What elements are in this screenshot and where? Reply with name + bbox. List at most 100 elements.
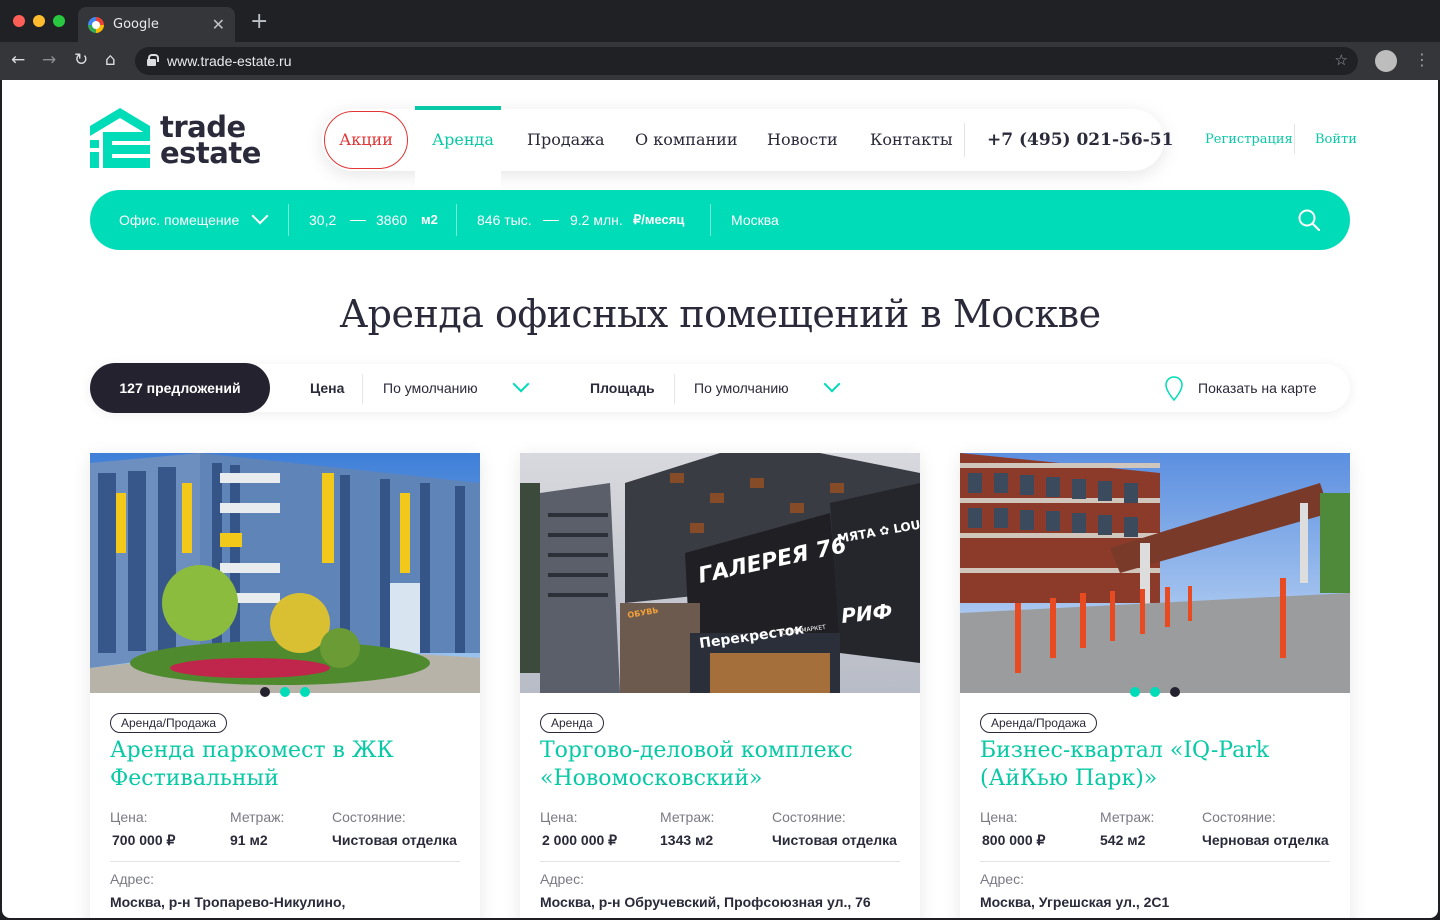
nav-item-news[interactable]: Новости	[767, 109, 838, 171]
login-link[interactable]: Войти	[1315, 132, 1357, 147]
close-window-button[interactable]	[13, 15, 25, 27]
area-value: 1343 м2	[660, 832, 714, 848]
browser-chrome: Google ✕ + ← → ↻ ⌂ www.trade-estate.ru ☆…	[0, 0, 1440, 80]
listing-title[interactable]: Аренда паркомест в ЖК Фестивальный	[110, 737, 394, 793]
search-separator	[456, 204, 457, 236]
area-label: Метраж:	[1100, 809, 1155, 825]
listing-card[interactable]: ГАЛЕРЕЯ 76 Перекресток СУПЕРМАРКЕТ МЯТА …	[520, 453, 920, 918]
filter-separator	[362, 374, 363, 404]
area-to-input[interactable]: 3860	[376, 212, 407, 228]
nav-divider	[964, 123, 965, 157]
google-favicon-icon	[88, 17, 104, 33]
carousel-dot[interactable]	[300, 687, 310, 697]
nav-promo-button[interactable]: Акции	[324, 111, 408, 169]
card-divider	[980, 861, 1330, 862]
chevron-down-icon[interactable]	[823, 375, 841, 393]
area-sort-select[interactable]: По умолчанию	[694, 380, 789, 396]
listing-title[interactable]: Бизнес-квартал «IQ-Park (АйКью Парк)»	[980, 737, 1269, 793]
url-text: www.trade-estate.ru	[167, 53, 292, 69]
listing-title-line: Фестивальный	[110, 766, 279, 791]
condition-value: Чистовая отделка	[332, 832, 457, 848]
deal-type-badge: Аренда	[540, 713, 604, 733]
home-icon[interactable]: ⌂	[105, 50, 116, 70]
address-label: Адрес:	[110, 871, 154, 887]
carousel-dot[interactable]	[1150, 687, 1160, 697]
listing-title-line: «Новомосковский»	[540, 766, 763, 791]
phone-number-link[interactable]: +7 (495) 021-56-51	[987, 109, 1173, 171]
web-page: trade estate Акции Аренда Продажа О комп…	[2, 80, 1438, 918]
price-unit: ₽/месяц	[633, 212, 685, 227]
address-value: Москва, р-н Обручевский, Профсоюзная ул.…	[540, 894, 871, 910]
register-link[interactable]: Регистрация	[1205, 132, 1293, 147]
condition-label: Состояние:	[332, 809, 406, 825]
area-unit: м2	[421, 212, 438, 227]
map-pin-icon[interactable]	[1165, 376, 1183, 401]
price-to-input[interactable]: 9.2 млн.	[570, 212, 623, 228]
price-sort-label: Цена	[310, 380, 345, 396]
browser-toolbar: ← → ↻ ⌂ www.trade-estate.ru ☆ ⋮	[0, 42, 1440, 80]
residential-building-image	[90, 453, 480, 693]
nav-item-contacts[interactable]: Контакты	[870, 109, 953, 171]
property-type-select[interactable]: Офис. помещение	[119, 212, 239, 228]
range-dash	[350, 220, 366, 221]
back-icon[interactable]: ←	[11, 50, 25, 70]
bookmark-star-icon[interactable]: ☆	[1335, 51, 1348, 69]
minimize-window-button[interactable]	[33, 15, 45, 27]
search-separator	[288, 204, 289, 236]
card-divider	[540, 861, 900, 862]
nav-item-about[interactable]: О компании	[635, 109, 737, 171]
price-label: Цена:	[980, 809, 1018, 825]
profile-avatar[interactable]	[1375, 50, 1397, 72]
carousel-dot[interactable]	[1170, 687, 1180, 697]
auth-divider	[1294, 124, 1295, 154]
main-nav: Акции Аренда Продажа О компании Новости …	[322, 106, 1173, 188]
condition-label: Состояние:	[772, 809, 846, 825]
logo-line-estate: estate	[160, 136, 261, 170]
tab-bar: Google ✕ +	[0, 0, 1440, 42]
area-sort-label: Площадь	[590, 380, 655, 396]
reload-icon[interactable]: ↻	[74, 50, 88, 70]
nav-item-sale[interactable]: Продажа	[527, 109, 604, 171]
address-label: Адрес:	[540, 871, 584, 887]
search-separator	[710, 204, 711, 236]
listing-title-line: (АйКью Парк)»	[980, 766, 1158, 791]
listing-card[interactable]: Аренда/Продажа Аренда паркомест в ЖК Фес…	[90, 453, 480, 918]
listing-card[interactable]: Аренда/Продажа Бизнес-квартал «IQ-Park (…	[960, 453, 1350, 918]
filter-bar: 127 предложений Цена По умолчанию Площад…	[90, 363, 1350, 413]
browser-tab[interactable]: Google ✕	[78, 7, 235, 42]
area-from-input[interactable]: 30,2	[309, 212, 336, 228]
tab-close-icon[interactable]: ✕	[212, 15, 225, 34]
browser-menu-icon[interactable]: ⋮	[1414, 50, 1430, 69]
listing-photo[interactable]: ГАЛЕРЕЯ 76 Перекресток СУПЕРМАРКЕТ МЯТА …	[520, 453, 920, 693]
address-bar[interactable]: www.trade-estate.ru ☆	[135, 47, 1358, 75]
deal-type-badge: Аренда/Продажа	[980, 713, 1098, 733]
nav-item-rent[interactable]: Аренда	[432, 109, 494, 171]
tab-title: Google	[113, 17, 159, 32]
chevron-down-icon[interactable]	[251, 207, 269, 225]
carousel-dot[interactable]	[260, 687, 270, 697]
price-value: 2 000 000 ₽	[542, 832, 618, 848]
price-sort-select[interactable]: По умолчанию	[383, 380, 478, 396]
page-title: Аренда офисных помещений в Москве	[339, 292, 1101, 336]
new-tab-button[interactable]: +	[250, 11, 268, 33]
show-on-map-link[interactable]: Показать на карте	[1198, 380, 1317, 396]
site-logo[interactable]: trade estate	[90, 108, 270, 172]
listing-title-line: Бизнес-квартал «IQ-Park	[980, 738, 1270, 763]
listing-photo[interactable]	[960, 453, 1350, 693]
condition-value: Чистовая отделка	[772, 832, 897, 848]
price-from-input[interactable]: 846 тыс.	[477, 212, 532, 228]
chevron-down-icon[interactable]	[512, 375, 530, 393]
filter-separator	[674, 374, 675, 404]
range-dash	[543, 220, 559, 221]
forward-icon[interactable]: →	[42, 50, 56, 70]
search-icon[interactable]	[1298, 209, 1320, 231]
price-value: 700 000 ₽	[112, 832, 176, 848]
listing-title[interactable]: Торгово-деловой комплекс «Новомосковский…	[540, 737, 853, 793]
carousel-dot[interactable]	[280, 687, 290, 697]
listing-photo[interactable]	[90, 453, 480, 693]
maximize-window-button[interactable]	[53, 15, 65, 27]
area-value: 542 м2	[1100, 832, 1146, 848]
city-input[interactable]: Москва	[731, 212, 779, 228]
condition-value: Черновая отделка	[1202, 832, 1329, 848]
carousel-dot[interactable]	[1130, 687, 1140, 697]
